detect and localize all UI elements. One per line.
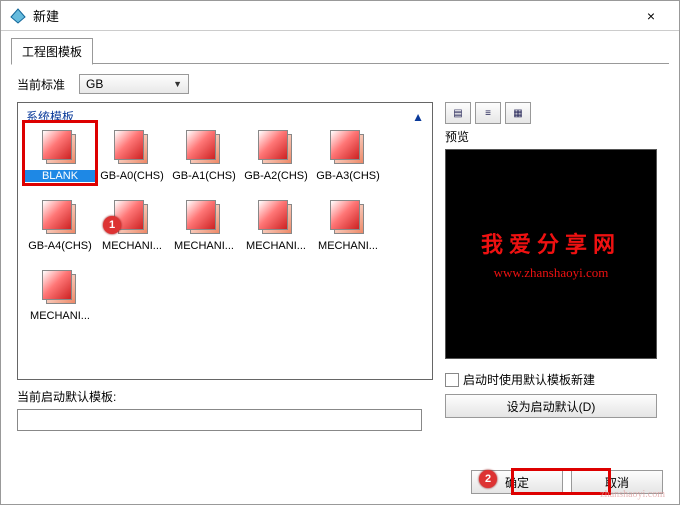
template-icon [186,130,222,166]
annotation-badge-2: 2 [479,470,497,488]
system-template-label: 系统模板 [26,108,74,125]
use-default-label: 启动时使用默认模板新建 [463,371,595,388]
template-icon [330,200,366,236]
default-template-input[interactable] [17,409,422,431]
template-icon [330,130,366,166]
default-template-label: 当前启动默认模板: [17,388,433,405]
preview-text-url: www.zhanshaoyi.com [494,265,609,281]
template-item[interactable]: MECHANI... [312,196,384,266]
preview-text-cn: 我爱分享网 [481,227,621,259]
preview-label: 预览 [445,128,663,145]
list-view-icon: ≡ [485,108,491,119]
annotation-badge-1: 1 [103,216,121,234]
template-label: GB-A3(CHS) [313,170,383,182]
template-icon [42,130,78,166]
template-list: 系统模板 ▲ BLANKGB-A0(CHS)GB-A1(CHS)GB-A2(CH… [17,102,433,380]
template-icon [114,200,150,236]
template-label: GB-A0(CHS) [97,170,167,182]
window-title: 新建 [33,6,631,25]
template-label: MECHANI... [25,310,95,322]
large-icons-view-button[interactable]: ▤ [445,102,471,124]
system-template-header[interactable]: 系统模板 ▲ [24,107,426,126]
set-default-button[interactable]: 设为启动默认(D) [445,394,657,418]
template-label: GB-A1(CHS) [169,170,239,182]
template-label: MECHANI... [169,240,239,252]
large-icons-view-icon: ▤ [453,108,462,119]
template-item[interactable]: MECHANI... [168,196,240,266]
template-item[interactable]: GB-A3(CHS) [312,126,384,196]
title-bar: 新建 × [1,1,679,31]
template-label: BLANK [25,170,95,182]
cancel-label: 取消 [605,474,629,491]
tab-label: 工程图模板 [22,45,82,59]
template-icon [114,130,150,166]
template-item[interactable]: GB-A0(CHS) [96,126,168,196]
set-default-label: 设为启动默认(D) [507,398,596,415]
template-item[interactable]: GB-A4(CHS) [24,196,96,266]
standard-select[interactable]: GB ▼ [79,74,189,94]
collapse-icon: ▲ [412,110,424,124]
template-icon [186,200,222,236]
template-label: GB-A4(CHS) [25,240,95,252]
template-item[interactable]: MECHANI... [24,266,96,336]
standard-label: 当前标准 [17,76,65,93]
close-icon: × [647,8,655,24]
template-label: GB-A2(CHS) [241,170,311,182]
watermark: zhanshaoyi.com [600,489,665,500]
use-default-checkbox[interactable] [445,373,459,387]
list-view-button[interactable]: ≡ [475,102,501,124]
template-label: MECHANI... [313,240,383,252]
details-view-button[interactable]: ▦ [505,102,531,124]
template-icon [42,200,78,236]
template-label: MECHANI... [241,240,311,252]
chevron-down-icon: ▼ [173,79,182,89]
preview-pane: 我爱分享网 www.zhanshaoyi.com [445,149,657,359]
tab-row: 工程图模板 [1,31,679,64]
use-default-row[interactable]: 启动时使用默认模板新建 [445,371,663,388]
details-view-icon: ▦ [513,108,522,119]
template-icon [258,130,294,166]
ok-label: 确定 [505,474,529,491]
standard-row: 当前标准 GB ▼ [17,74,663,94]
tab-drawing-template[interactable]: 工程图模板 [11,38,93,65]
close-button[interactable]: × [631,2,671,30]
template-label: MECHANI... [97,240,167,252]
template-icon [42,270,78,306]
template-item[interactable]: GB-A1(CHS) [168,126,240,196]
app-icon [9,7,27,25]
standard-value: GB [86,77,103,91]
template-item[interactable]: GB-A2(CHS) [240,126,312,196]
template-icon [258,200,294,236]
template-item[interactable]: BLANK [24,126,96,196]
template-item[interactable]: MECHANI... [240,196,312,266]
